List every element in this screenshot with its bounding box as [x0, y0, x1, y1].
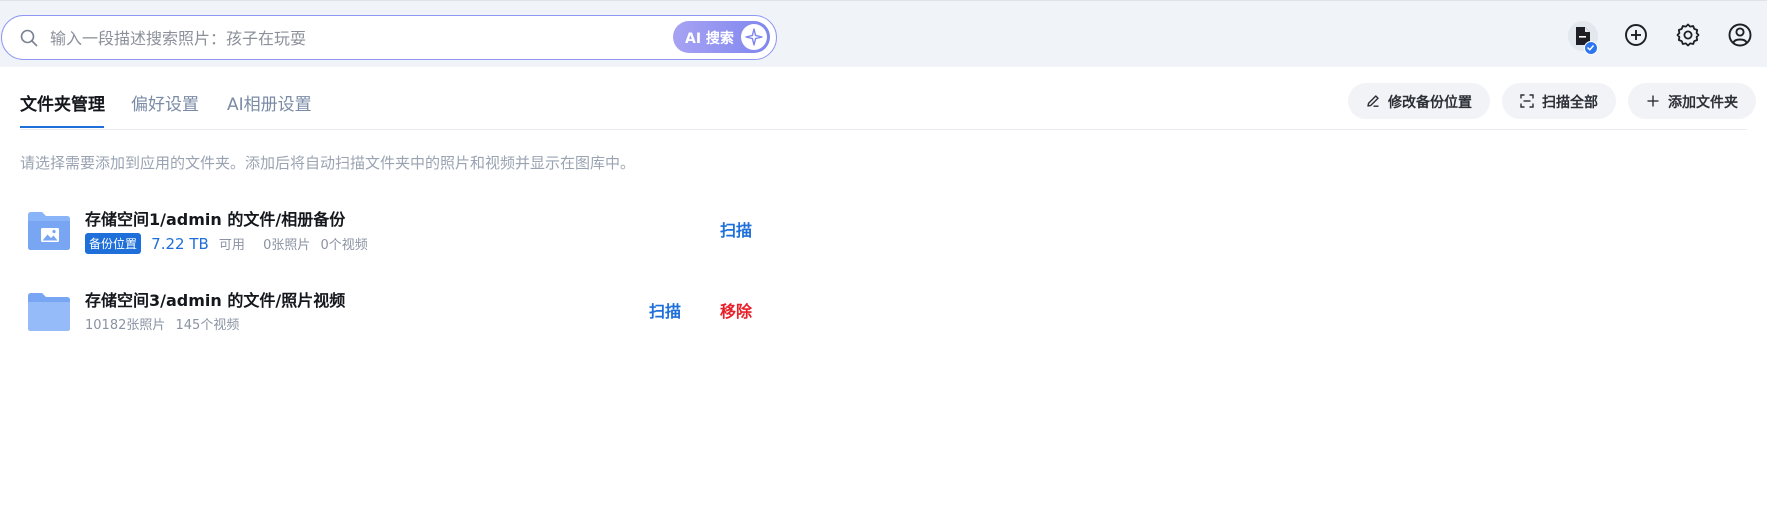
- tab-folder-management[interactable]: 文件夹管理: [20, 90, 105, 115]
- scan-all-button[interactable]: 扫描全部: [1502, 83, 1616, 119]
- gear-icon[interactable]: [1675, 22, 1701, 48]
- video-count: 0个视频: [320, 238, 368, 253]
- folder-meta: 10182张照片 145个视频: [85, 314, 239, 334]
- add-folder-label: 添加文件夹: [1668, 95, 1738, 111]
- check-badge-icon: [1584, 41, 1598, 55]
- scan-button[interactable]: 扫描: [720, 217, 752, 241]
- document-sync-icon[interactable]: [1568, 21, 1598, 55]
- sparkle-icon: [741, 24, 767, 50]
- video-count: 145个视频: [175, 318, 240, 333]
- photo-count: 10182张照片: [85, 318, 166, 333]
- ai-search-label: AI 搜索: [685, 31, 734, 47]
- edit-icon: [1367, 95, 1379, 107]
- search-box[interactable]: AI 搜索: [1, 15, 777, 60]
- folder-name: 存储空间3/admin 的文件/照片视频: [85, 291, 346, 310]
- available-label: 可用: [218, 238, 245, 253]
- folder-row: 存储空间3/admin 的文件/照片视频 10182张照片 145个视频 扫描 …: [20, 287, 760, 347]
- scan-all-label: 扫描全部: [1542, 95, 1598, 111]
- tab-divider: [20, 129, 1747, 130]
- folder-icon: [28, 293, 70, 331]
- scan-button[interactable]: 扫描: [649, 298, 681, 322]
- search-input[interactable]: [50, 24, 670, 52]
- storage-capacity: 7.22 TB: [151, 234, 209, 253]
- edit-backup-label: 修改备份位置: [1388, 95, 1472, 111]
- folder-row: 存储空间1/admin 的文件/相册备份 备份位置 7.22 TB 可用 0张照…: [20, 206, 760, 266]
- scan-icon: [1520, 94, 1534, 108]
- tab-ai-album-settings[interactable]: AI相册设置: [227, 90, 312, 115]
- description-text: 请选择需要添加到应用的文件夹。添加后将自动扫描文件夹中的照片和视频并显示在图库中…: [20, 154, 636, 172]
- album-folder-icon: [28, 212, 70, 250]
- tab-preferences[interactable]: 偏好设置: [131, 90, 199, 115]
- search-icon: [20, 29, 38, 47]
- backup-location-badge: 备份位置: [85, 233, 142, 254]
- plus-icon: [1647, 95, 1659, 107]
- ai-search-button[interactable]: AI 搜索: [673, 21, 770, 53]
- folder-meta: 备份位置 7.22 TB 可用 0张照片 0个视频: [85, 233, 368, 254]
- active-tab-indicator: [20, 126, 104, 128]
- edit-backup-location-button[interactable]: 修改备份位置: [1348, 83, 1490, 119]
- photo-count: 0张照片: [263, 238, 311, 253]
- remove-button[interactable]: 移除: [720, 298, 752, 322]
- add-folder-button[interactable]: 添加文件夹: [1628, 83, 1756, 119]
- top-bar: AI 搜索: [0, 0, 1767, 67]
- add-circle-icon[interactable]: [1623, 22, 1649, 48]
- user-circle-icon[interactable]: [1727, 22, 1753, 48]
- folder-name: 存储空间1/admin 的文件/相册备份: [85, 210, 346, 229]
